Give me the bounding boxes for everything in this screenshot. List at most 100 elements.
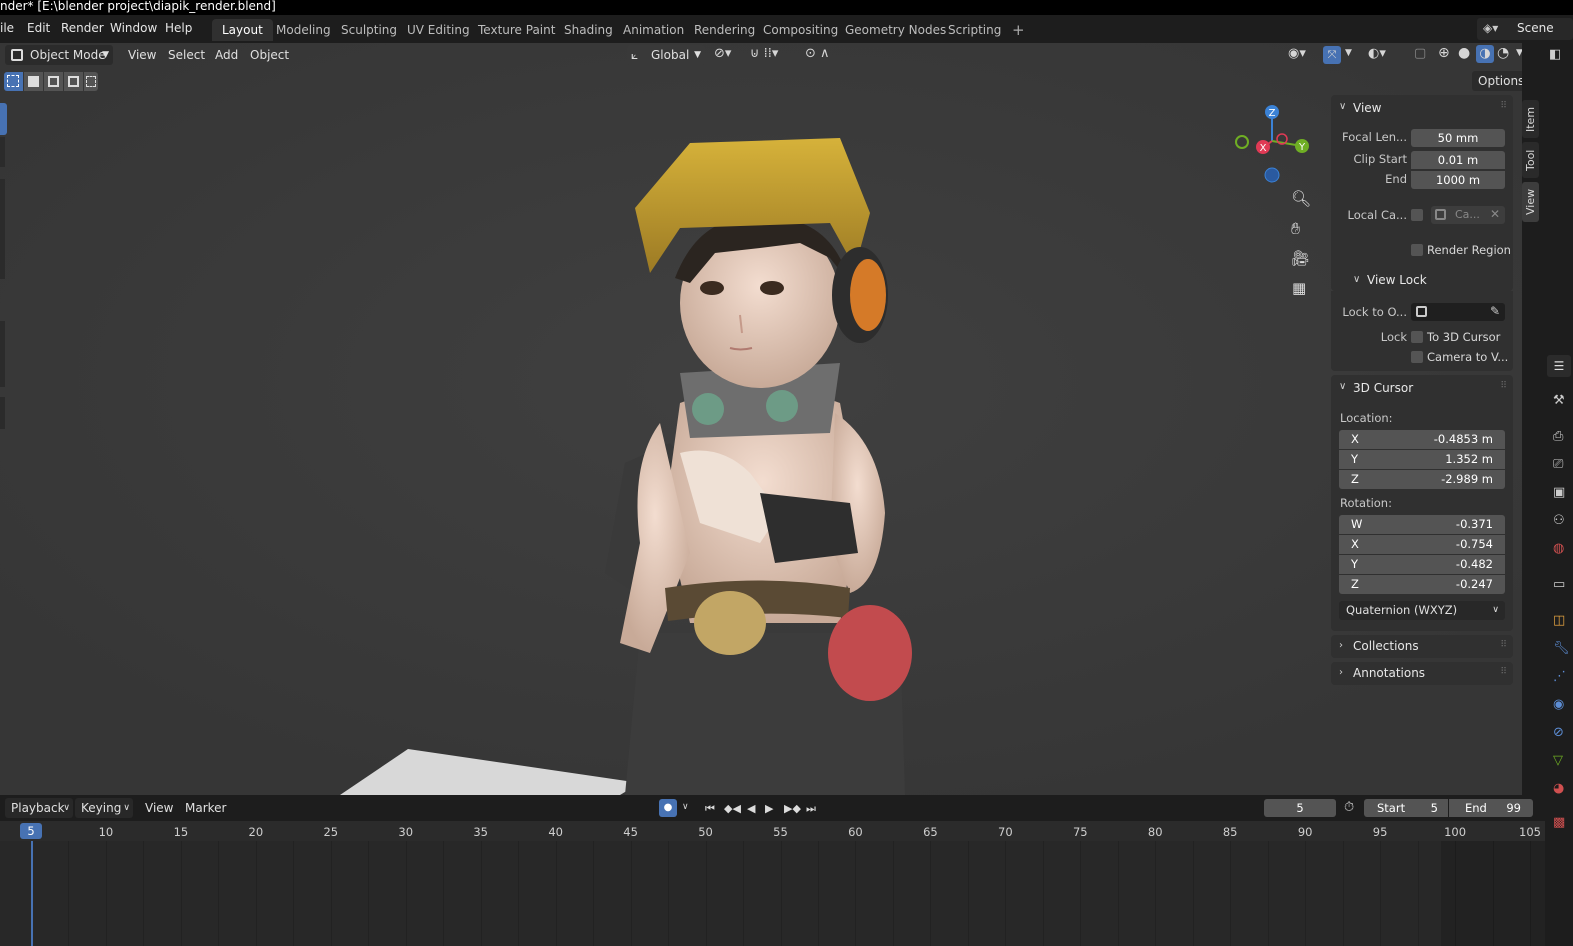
options-dropdown[interactable]: Options ▼ [1472,71,1522,108]
tab-scripting[interactable]: Scripting [938,19,1011,41]
zoom-icon[interactable]: 🔍︎ [1291,189,1311,208]
scene-properties-icon[interactable]: ⚇ [1553,513,1565,528]
tab-item[interactable]: Item [1522,100,1539,138]
menu-add[interactable]: Add [215,48,238,62]
menu-help[interactable]: Help [165,21,192,35]
lock-to-object-field[interactable]: ✎ [1411,303,1505,321]
playback-dropdown[interactable]: Playback ∨ [5,798,73,818]
chevron-down-icon[interactable]: ∨ [682,802,689,812]
modifier-properties-icon[interactable]: 🔧︎ [1553,641,1570,656]
eyedropper-icon[interactable]: ✎ [1490,304,1500,318]
tool-properties-icon[interactable]: ⚒ [1553,393,1565,408]
navigation-gizmo[interactable]: Z Y X [1232,101,1312,185]
toolbar-tool-group[interactable] [0,179,5,279]
location-z-field[interactable]: Z -2.989 m [1339,470,1505,489]
perspective-grid-icon[interactable]: ▦ [1292,279,1306,297]
playhead-frame-label[interactable]: 5 [20,823,42,839]
scene-selector[interactable]: ◈▾ Scene [1477,18,1573,40]
3d-cursor-title[interactable]: 3D Cursor [1353,381,1413,395]
pivot-icon[interactable]: ⊘▾ [714,46,731,61]
proportional-edit-icon[interactable]: ⊙ ∧ [805,46,830,61]
gizmo-toggle-icon[interactable]: ⤧ [1323,46,1341,64]
chevron-down-icon[interactable]: ∨ [1353,274,1360,285]
annotations-section[interactable]: › Annotations ⠿ [1331,662,1513,685]
tab-sculpting[interactable]: Sculpting [331,19,407,41]
constraints-icon[interactable]: ⊘ [1553,725,1564,740]
editor-type-icon[interactable]: ◧ [1549,47,1561,62]
menu-render[interactable]: Render [61,21,104,35]
timeline-menu-marker[interactable]: Marker [185,801,226,815]
object-properties-icon[interactable]: ◫ [1553,613,1565,628]
play-icon[interactable]: ▶ [765,802,773,815]
chevron-down-icon[interactable]: ▼ [1345,48,1352,58]
clear-icon[interactable]: ✕ [1490,207,1500,221]
tab-animation[interactable]: Animation [613,19,694,41]
transform-orientation-dropdown[interactable]: ⟀ Global ▼ [627,45,705,65]
clip-end-field[interactable]: 1000 m [1411,171,1505,189]
timeline-ruler[interactable]: 5 10 15 20 25 30 35 40 45 50 55 60 65 70 75 80 85 90 95 10… [0,821,1545,841]
overlay-icon[interactable]: ◐▾ [1368,46,1386,61]
toolbar-tool-group[interactable] [0,321,5,387]
collection-properties-icon[interactable]: ▭ [1553,577,1565,592]
menu-file[interactable]: ile [0,21,14,35]
tab-tool[interactable]: Tool [1522,142,1539,178]
jump-end-icon[interactable]: ⏭ [806,802,816,816]
location-y-field[interactable]: Y 1.352 m [1339,450,1505,469]
render-properties-icon[interactable]: ⎙ [1553,429,1563,444]
keying-dropdown[interactable]: Keying ∨ [75,798,133,818]
visibility-icon[interactable]: ◉▾ [1288,46,1306,61]
location-x-field[interactable]: X -0.4853 m [1339,430,1505,449]
select-intersect-icon[interactable] [84,72,98,91]
world-properties-icon[interactable]: ◍ [1553,541,1564,556]
wireframe-shading-icon[interactable]: ⊕ [1438,45,1450,61]
toolbar-tool[interactable] [0,397,5,429]
view-layer-icon[interactable]: ▣ [1553,485,1565,500]
3d-viewport[interactable]: Object Mode ▼ View Select Add Object ⟀ G… [0,43,1522,795]
timeline[interactable]: Playback ∨ Keying ∨ View Marker ● ∨ ⏮ ◆◀… [0,795,1545,946]
chevron-down-icon[interactable]: ∨ [1339,381,1346,392]
local-camera-checkbox[interactable] [1411,209,1423,221]
data-properties-icon[interactable]: ▽ [1553,753,1563,768]
drag-handle-icon[interactable]: ⠿ [1500,640,1507,650]
snap-icon[interactable]: ⊍ ⁞⁞▾ [750,46,778,61]
drag-handle-icon[interactable]: ⠿ [1500,381,1507,391]
select-invert-icon[interactable] [64,72,83,91]
texture-properties-icon[interactable]: ▩ [1553,815,1565,830]
auto-keying-icon[interactable]: ● [659,799,677,817]
toolbar-active-tool[interactable] [0,103,7,135]
stopwatch-icon[interactable]: ⏱ [1344,800,1354,815]
menu-select[interactable]: Select [168,48,205,62]
local-camera-field[interactable]: Ca... ✕ [1431,206,1505,224]
rotation-w-field[interactable]: W -0.371 [1339,515,1505,534]
drag-handle-icon[interactable]: ⠿ [1500,101,1507,111]
jump-start-icon[interactable]: ⏮ [705,802,715,816]
menu-window[interactable]: Window [110,21,157,35]
clip-start-field[interactable]: 0.01 m [1411,151,1505,169]
xray-icon[interactable]: ▢ [1414,46,1426,61]
material-shading-icon[interactable]: ◑ [1476,45,1494,63]
lock-to-cursor-checkbox[interactable] [1411,331,1423,343]
pan-hand-icon[interactable]: ✋︎ [1291,219,1300,239]
select-new-icon[interactable] [4,72,23,91]
camera-icon[interactable]: 🎥︎ [1291,249,1310,267]
output-properties-icon[interactable]: ⎚ [1553,457,1563,472]
drag-handle-icon[interactable]: ⠿ [1500,667,1507,677]
next-keyframe-icon[interactable]: ▶◆ [784,802,801,815]
playhead-line[interactable] [31,841,33,946]
solid-shading-icon[interactable]: ● [1458,45,1470,61]
rotation-x-field[interactable]: X -0.754 [1339,535,1505,554]
mode-dropdown[interactable]: Object Mode ▼ [5,45,113,65]
menu-view[interactable]: View [128,48,156,62]
rendered-shading-icon[interactable]: ◔ [1497,45,1509,61]
render-region-checkbox[interactable] [1411,244,1423,256]
camera-to-view-checkbox[interactable] [1411,351,1423,363]
start-frame-field[interactable]: Start 5 [1364,799,1448,817]
rotation-z-field[interactable]: Z -0.247 [1339,575,1505,594]
chevron-down-icon[interactable]: ∨ [1339,101,1346,112]
view-section-title[interactable]: View [1353,101,1381,115]
tab-compositing[interactable]: Compositing [753,19,848,41]
material-properties-icon[interactable]: ◕ [1553,781,1564,796]
end-frame-field[interactable]: End 99 [1449,799,1533,817]
focal-length-field[interactable]: 50 mm [1411,129,1505,147]
timeline-menu-view[interactable]: View [145,801,173,815]
